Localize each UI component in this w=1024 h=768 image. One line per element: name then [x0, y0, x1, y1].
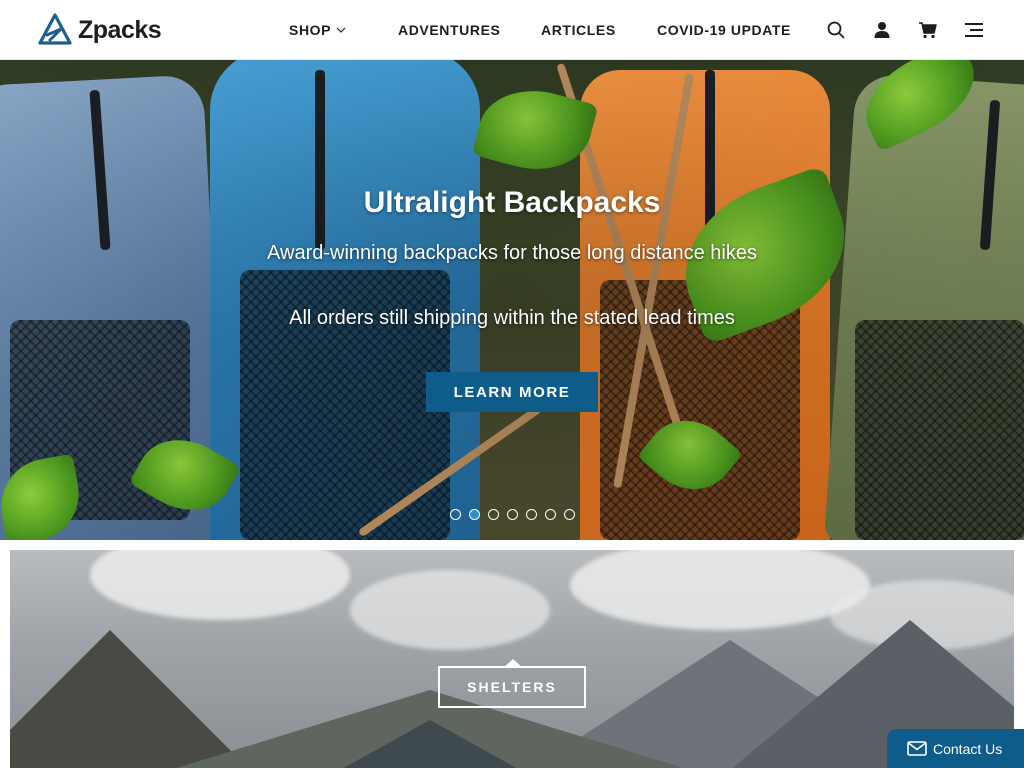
tent-icon [503, 659, 523, 668]
hero-title: Ultralight Backpacks [363, 186, 661, 219]
nav-shop[interactable]: SHOP [289, 22, 398, 38]
hero-overlay [0, 60, 1024, 540]
cloud [350, 570, 550, 650]
menu-icon [965, 23, 983, 37]
carousel-dot[interactable] [544, 509, 556, 520]
nav-articles-label: ARTICLES [541, 22, 616, 38]
nav-shop-label: SHOP [289, 22, 332, 38]
tent [340, 720, 520, 768]
chevron-down-icon [336, 27, 346, 33]
carousel-dot[interactable] [563, 509, 575, 520]
hero-shipping-note: All orders still shipping within the sta… [289, 307, 735, 329]
nav-adventures[interactable]: ADVENTURES [398, 22, 541, 38]
account-icon [874, 22, 890, 38]
contact-us-button[interactable]: Contact Us [887, 729, 1024, 768]
cart-button[interactable] [916, 18, 940, 42]
carousel-dots [0, 509, 1024, 520]
nav-articles[interactable]: ARTICLES [541, 22, 657, 38]
carousel-dot[interactable] [449, 509, 461, 520]
nav-adventures-label: ADVENTURES [398, 22, 501, 38]
cloud [570, 550, 870, 630]
nav-covid-update[interactable]: COVID-19 UPDATE [657, 22, 791, 38]
zpacks-logo-icon [38, 13, 72, 45]
shelters-category-link[interactable]: SHELTERS [438, 659, 586, 708]
nav-covid-update-label: COVID-19 UPDATE [657, 22, 791, 38]
site-header: Zpacks SHOP ADVENTURES ARTICLES COVID-19… [0, 0, 1024, 60]
carousel-dot-active[interactable] [468, 509, 480, 520]
carousel-dot[interactable] [525, 509, 537, 520]
learn-more-button[interactable]: LEARN MORE [426, 372, 598, 412]
main-nav: SHOP ADVENTURES ARTICLES COVID-19 UPDATE [289, 0, 791, 60]
search-icon [827, 21, 845, 39]
hero-carousel: Ultralight Backpacks Award-winning backp… [0, 60, 1024, 540]
hero-background-image [0, 60, 1024, 540]
shelters-label: SHELTERS [467, 679, 557, 695]
carousel-dot[interactable] [487, 509, 499, 520]
cloud [90, 550, 350, 620]
menu-button[interactable] [962, 18, 986, 42]
zpacks-logo[interactable]: Zpacks [38, 12, 162, 48]
account-button[interactable] [870, 18, 894, 42]
cart-icon [919, 22, 937, 39]
contact-us-label: Contact Us [933, 740, 1003, 757]
header-icons [824, 0, 986, 60]
shelters-banner[interactable]: SHELTERS [10, 550, 1014, 768]
mail-icon [907, 741, 927, 756]
search-button[interactable] [824, 18, 848, 42]
logo-text: Zpacks [78, 15, 162, 44]
carousel-dot[interactable] [506, 509, 518, 520]
hero-subtitle: Award-winning backpacks for those long d… [267, 242, 757, 264]
